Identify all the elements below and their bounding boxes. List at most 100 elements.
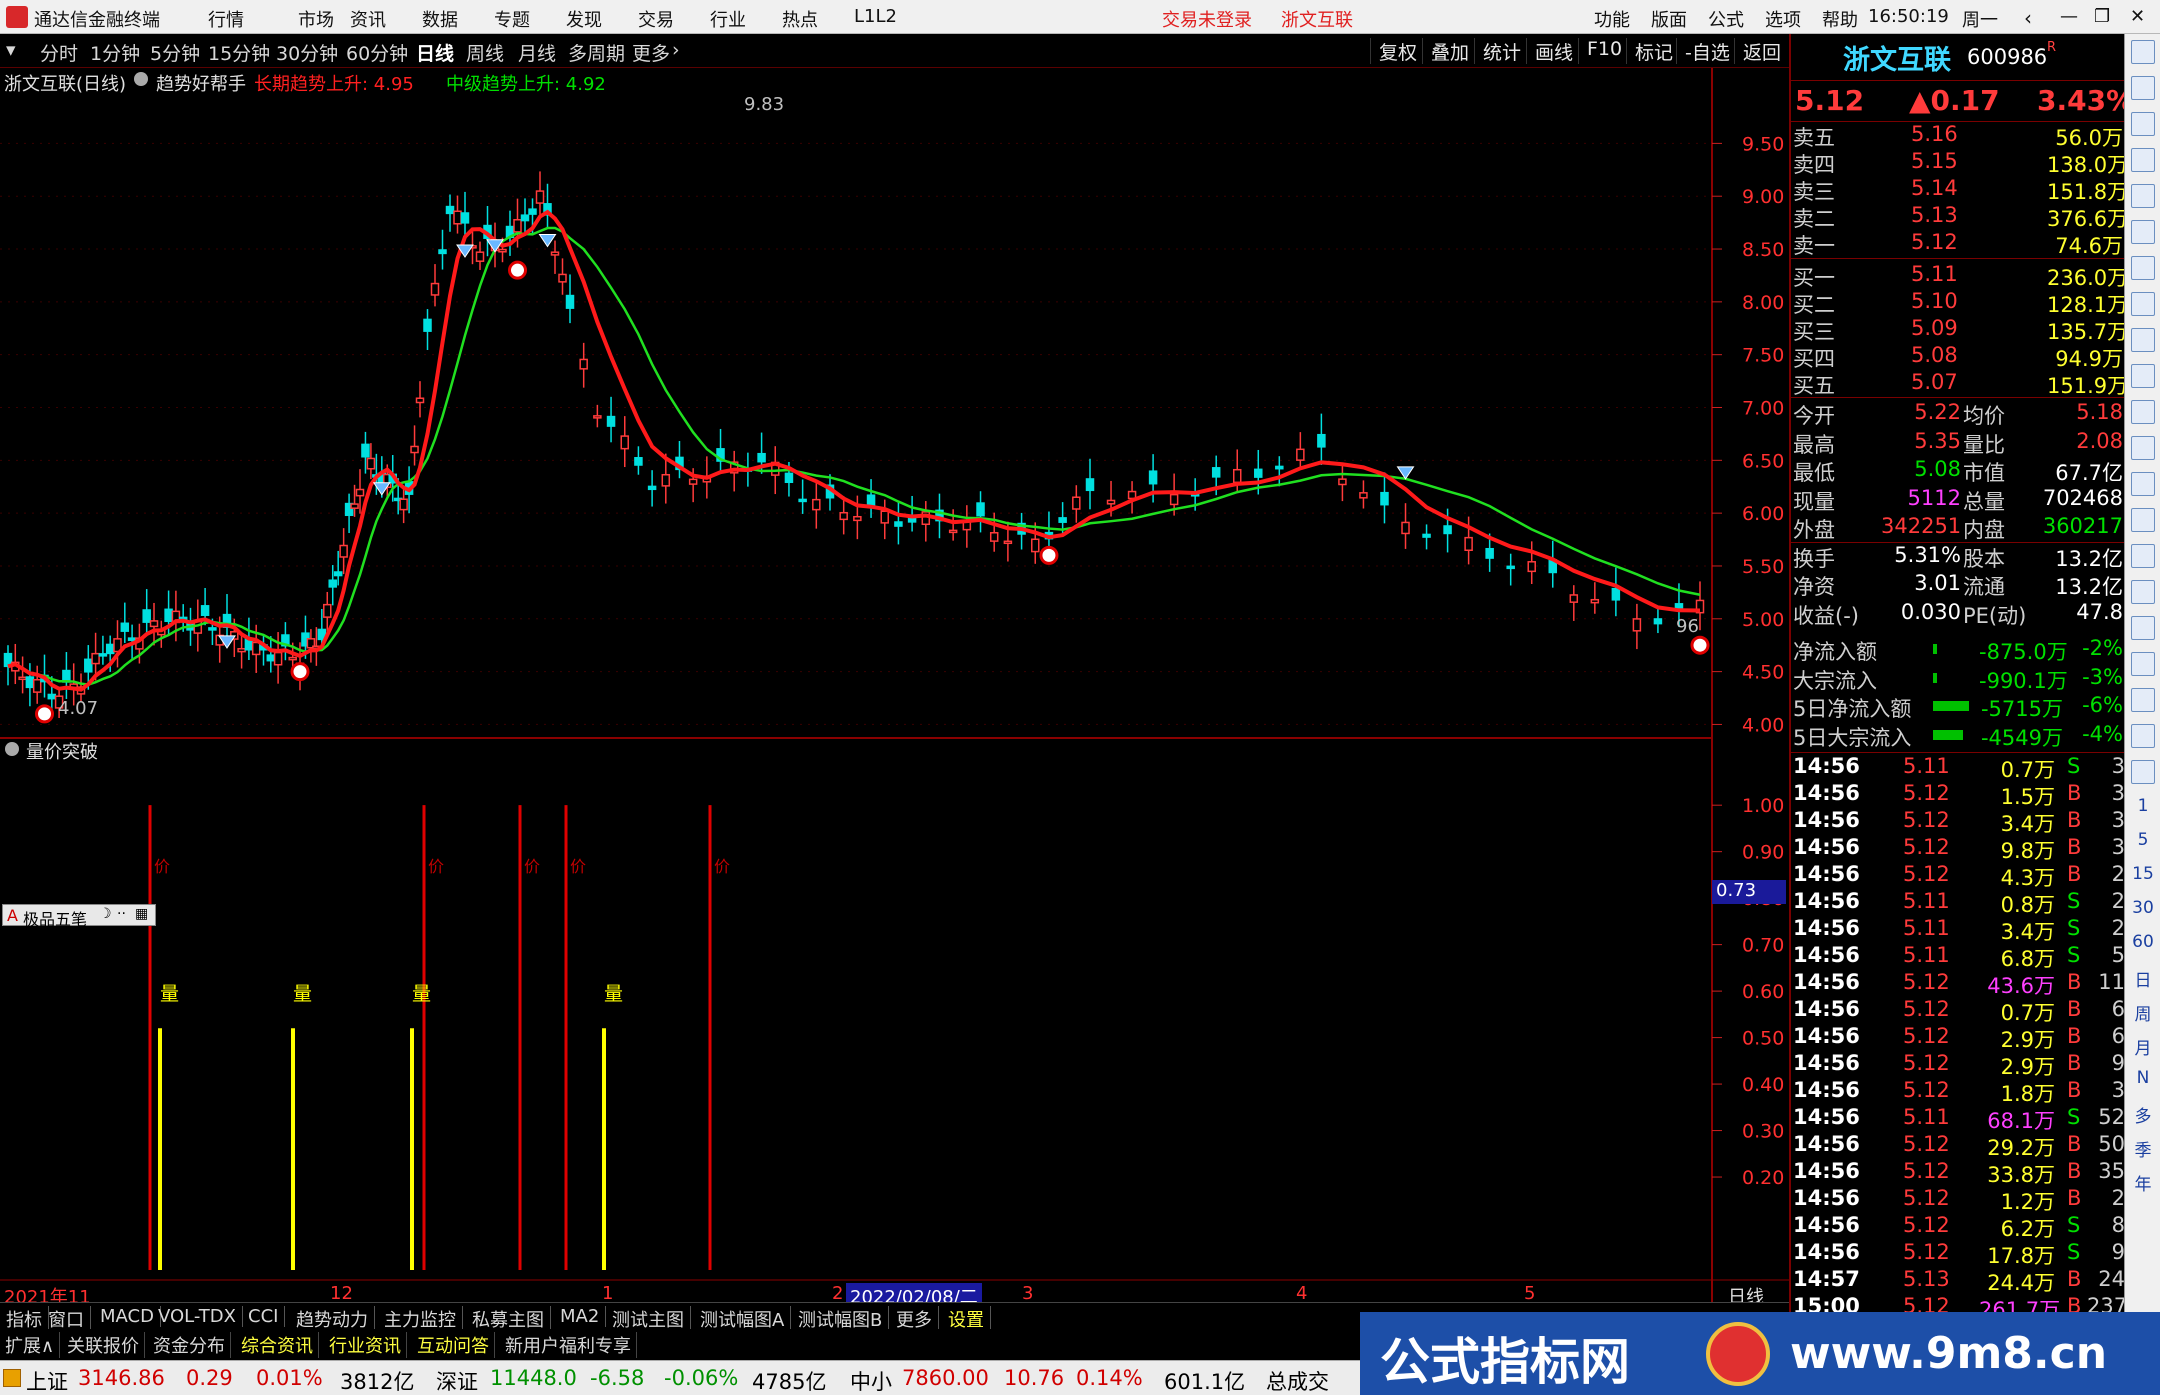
period-tab-4[interactable]: 30分钟 [276,39,338,66]
more-chevron-icon[interactable]: › [672,39,680,61]
bid-price-4[interactable]: 5.07 [1911,370,1958,394]
menu-right-item-0[interactable]: 功能 [1594,6,1630,32]
sidebar-tool-icon-7[interactable] [2131,292,2155,316]
ask-price-2[interactable]: 5.14 [1911,176,1958,200]
menu-item-9[interactable]: L1L2 [854,6,897,27]
chart-tool-5[interactable]: 标记 [1626,38,1681,64]
chart-tool-1[interactable]: 叠加 [1422,38,1477,64]
back-icon[interactable]: ‹ [2024,6,2032,30]
indicator-tab-4[interactable]: CCI [242,1306,286,1327]
sidebar-period-3[interactable]: 30 [2125,898,2160,918]
info-tab-6[interactable]: 新用户福利专享 [500,1332,637,1358]
sidebar-tool-icon-2[interactable] [2131,112,2155,136]
sidebar-tool-icon-0[interactable] [2131,40,2155,64]
ime-toolbar[interactable]: A 极品五笔 ☽ ·· ▦ [2,904,156,929]
period-tab-0[interactable]: 分时 [40,39,78,66]
menu-item-2[interactable]: 资讯 [350,6,386,32]
sidebar-period-6[interactable]: 周 [2125,1000,2160,1025]
sidebar-period-9[interactable]: 多 [2125,1102,2160,1127]
sidebar-tool-icon-18[interactable] [2131,688,2155,712]
period-tab-9[interactable]: 多周期 [568,39,625,66]
login-status[interactable]: 交易未登录 [1162,6,1252,32]
info-tab-0[interactable]: 扩展∧ [0,1332,61,1358]
sidebar-tool-icon-9[interactable] [2131,364,2155,388]
chart-tool-2[interactable]: 统计 [1474,38,1529,64]
menu-item-5[interactable]: 发现 [566,6,602,32]
period-tab-2[interactable]: 5分钟 [150,39,200,66]
menu-item-7[interactable]: 行业 [710,6,746,32]
indicator-tab-3[interactable]: VOL-TDX [152,1306,243,1327]
status-icon[interactable] [3,1369,21,1387]
period-tab-7[interactable]: 周线 [466,39,504,66]
sidebar-period-7[interactable]: 月 [2125,1034,2160,1059]
chart-tool-7[interactable]: 返回 [1734,38,1789,64]
menu-right-item-1[interactable]: 版面 [1651,6,1687,32]
sidebar-tool-icon-13[interactable] [2131,508,2155,532]
period-tab-6[interactable]: 日线 [416,39,454,66]
bid-price-1[interactable]: 5.10 [1911,289,1958,313]
period-tab-3[interactable]: 15分钟 [208,39,270,66]
bid-price-0[interactable]: 5.11 [1911,262,1958,286]
sidebar-tool-icon-1[interactable] [2131,76,2155,100]
sidebar-period-10[interactable]: 季 [2125,1136,2160,1161]
sidebar-tool-icon-8[interactable] [2131,328,2155,352]
indicator-tab-8[interactable]: MA2 [554,1306,607,1327]
sidebar-tool-icon-20[interactable] [2131,760,2155,784]
ask-price-0[interactable]: 5.16 [1911,122,1958,146]
period-tab-1[interactable]: 1分钟 [90,39,140,66]
bid-price-3[interactable]: 5.08 [1911,343,1958,367]
close-icon[interactable]: ✕ [2130,6,2145,27]
sidebar-period-11[interactable]: 年 [2125,1170,2160,1195]
ask-price-4[interactable]: 5.12 [1911,230,1958,254]
info-tab-4[interactable]: 行业资讯 [324,1332,407,1358]
bid-price-2[interactable]: 5.09 [1911,316,1958,340]
minimize-icon[interactable]: — [2060,6,2078,27]
sidebar-tool-icon-4[interactable] [2131,184,2155,208]
menu-item-4[interactable]: 专题 [494,6,530,32]
period-tab-10[interactable]: 更多 [632,39,670,66]
chart-area[interactable]: 9.50 9.00 8.50 8.00 7.50 7.00 6.50 6.00 5.50 5.00… [0,68,1789,1302]
restore-icon[interactable]: ❐ [2094,6,2110,27]
sidebar-period-5[interactable]: 日 [2125,966,2160,991]
sidebar-tool-icon-16[interactable] [2131,616,2155,640]
menu-item-0[interactable]: 行情 [208,6,244,32]
sidebar-tool-icon-5[interactable] [2131,220,2155,244]
sidebar-tool-icon-15[interactable] [2131,580,2155,604]
menu-item-6[interactable]: 交易 [638,6,674,32]
menu-right-item-3[interactable]: 选项 [1765,6,1801,32]
sidebar-period-0[interactable]: 1 [2125,796,2160,816]
sub-indicator-toggle-icon[interactable] [5,742,19,756]
ask-price-1[interactable]: 5.15 [1911,149,1958,173]
chart-tool-4[interactable]: F10 [1578,38,1630,64]
sidebar-tool-icon-11[interactable] [2131,436,2155,460]
sidebar-tool-icon-17[interactable] [2131,652,2155,676]
sidebar-period-8[interactable]: N [2125,1068,2160,1088]
sidebar-tool-icon-14[interactable] [2131,544,2155,568]
indicator-toggle-icon[interactable] [134,72,148,86]
menu-item-3[interactable]: 数据 [422,6,458,32]
sidebar-period-1[interactable]: 5 [2125,830,2160,850]
chart-tool-6[interactable]: -自选 [1676,38,1738,64]
info-tab-5[interactable]: 互动问答 [412,1332,495,1358]
period-tab-8[interactable]: 月线 [518,39,556,66]
ask-price-3[interactable]: 5.13 [1911,203,1958,227]
sidebar-tool-icon-19[interactable] [2131,724,2155,748]
chart-tool-3[interactable]: 画线 [1526,38,1581,64]
dropdown-icon[interactable]: ▾ [6,39,16,61]
period-tab-5[interactable]: 60分钟 [346,39,408,66]
sidebar-period-2[interactable]: 15 [2125,864,2160,884]
info-tab-3[interactable]: 综合资讯 [236,1332,319,1358]
menu-right-item-2[interactable]: 公式 [1708,6,1744,32]
sidebar-tool-icon-3[interactable] [2131,148,2155,172]
menu-item-1[interactable]: 市场 [298,6,334,32]
sidebar-tool-icon-10[interactable] [2131,400,2155,424]
menu-right-item-4[interactable]: 帮助 [1822,6,1858,32]
sidebar-tool-icon-12[interactable] [2131,472,2155,496]
menu-item-8[interactable]: 热点 [782,6,818,32]
indicator-tab-2[interactable]: MACD [94,1306,161,1327]
info-tab-2[interactable]: 资金分布 [148,1332,231,1358]
chart-tool-0[interactable]: 复权 [1370,38,1425,64]
sidebar-period-4[interactable]: 60 [2125,932,2160,952]
sidebar-tool-icon-6[interactable] [2131,256,2155,280]
info-tab-1[interactable]: 关联报价 [62,1332,145,1358]
